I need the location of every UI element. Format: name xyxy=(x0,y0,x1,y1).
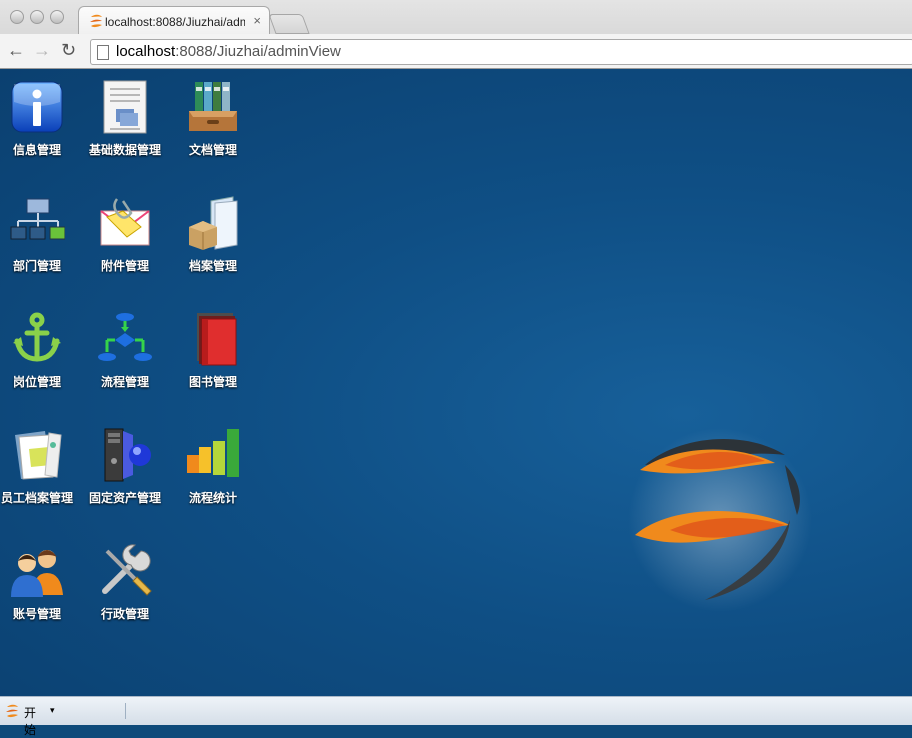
chevron-down-icon: ▾ xyxy=(50,705,55,715)
url-path: :8088/Jiuzhai/adminView xyxy=(175,43,341,60)
zoom-window-button[interactable] xyxy=(50,10,64,24)
icon-label: 信息管理 xyxy=(12,143,61,157)
archive-box-icon xyxy=(189,196,238,250)
books-icon xyxy=(197,313,237,366)
users-icon xyxy=(11,550,63,597)
icon-label: 流程统计 xyxy=(188,491,237,505)
site-logo-icon xyxy=(90,14,102,28)
browser-chrome: localhost:8088/Jiuzhai/adminView × ← → ↻… xyxy=(0,0,912,69)
icon-label: 基础数据管理 xyxy=(88,143,161,157)
desktop-icon-fixed-assets[interactable]: 固定资产管理 xyxy=(82,427,168,505)
new-tab-button[interactable] xyxy=(268,14,310,34)
tab-title: localhost:8088/Jiuzhai/adminView xyxy=(105,15,245,29)
desktop-icon-department[interactable]: 部门管理 xyxy=(0,195,80,273)
icon-label: 文档管理 xyxy=(188,143,237,157)
close-window-button[interactable] xyxy=(10,10,24,24)
desktop-icon-accounts[interactable]: 账号管理 xyxy=(0,543,80,621)
start-label: 开始 xyxy=(24,706,37,737)
address-bar[interactable]: localhost:8088/Jiuzhai/adminView xyxy=(90,39,912,65)
icon-label: 账号管理 xyxy=(12,607,61,621)
forward-button[interactable]: → xyxy=(33,41,51,59)
desktop-icon-attachment[interactable]: 附件管理 xyxy=(82,195,168,273)
window-controls xyxy=(10,10,70,29)
staff-files-icon xyxy=(15,431,62,480)
anchor-icon xyxy=(13,312,61,362)
flowchart-icon xyxy=(98,313,152,361)
back-button[interactable]: ← xyxy=(7,41,25,59)
icon-label: 员工档案管理 xyxy=(0,491,73,505)
browser-toolbar: ← → ↻ localhost:8088/Jiuzhai/adminView xyxy=(0,34,912,68)
binders-icon xyxy=(189,82,237,131)
bar-chart-icon xyxy=(187,429,239,477)
icon-label: 流程管理 xyxy=(100,375,149,389)
icon-label: 附件管理 xyxy=(100,259,149,273)
desktop-icon-info[interactable]: 信息管理 xyxy=(0,79,80,157)
icon-label: 行政管理 xyxy=(100,607,149,621)
icon-label: 岗位管理 xyxy=(12,375,61,389)
tools-icon xyxy=(102,544,152,596)
document-list-icon xyxy=(103,80,147,134)
start-logo-icon xyxy=(6,704,18,718)
desktop-icon-workflow[interactable]: 流程管理 xyxy=(82,311,168,389)
icon-label: 部门管理 xyxy=(12,259,61,273)
url-text: localhost:8088/Jiuzhai/adminView xyxy=(116,43,341,60)
desktop-icon-documents[interactable]: 文档管理 xyxy=(170,79,256,157)
desktop-icon-workflow-stats[interactable]: 流程统计 xyxy=(170,427,256,505)
tab-close-icon[interactable]: × xyxy=(253,13,261,28)
reload-button[interactable]: ↻ xyxy=(61,41,76,59)
icon-label: 档案管理 xyxy=(188,259,237,273)
taskbar: 开始 ▾ xyxy=(0,696,912,737)
icon-label: 固定资产管理 xyxy=(88,491,161,505)
desktop-icon-staff-files[interactable]: 员工档案管理 xyxy=(0,427,80,505)
page-icon xyxy=(97,45,109,60)
icon-label: 图书管理 xyxy=(188,375,237,389)
desktop-icon-base-data[interactable]: 基础数据管理 xyxy=(82,79,168,157)
desktop-icon-archive[interactable]: 档案管理 xyxy=(170,195,256,273)
desktop: 信息管理 基础数据管理 文档管理 部门管理 附件管理 档案管理 岗位管理 流程管… xyxy=(0,69,912,696)
desktop-icon-position[interactable]: 岗位管理 xyxy=(0,311,80,389)
browser-tab[interactable]: localhost:8088/Jiuzhai/adminView × xyxy=(78,6,270,35)
desktop-icon-administration[interactable]: 行政管理 xyxy=(82,543,168,621)
computer-icon xyxy=(104,428,151,482)
url-host: localhost xyxy=(116,43,176,60)
attachment-icon xyxy=(100,198,150,246)
taskbar-divider xyxy=(125,703,126,719)
minimize-window-button[interactable] xyxy=(30,10,44,24)
info-icon xyxy=(11,81,63,133)
brand-logo xyxy=(628,428,812,612)
desktop-icon-books[interactable]: 图书管理 xyxy=(170,311,256,389)
org-chart-icon xyxy=(10,198,66,240)
